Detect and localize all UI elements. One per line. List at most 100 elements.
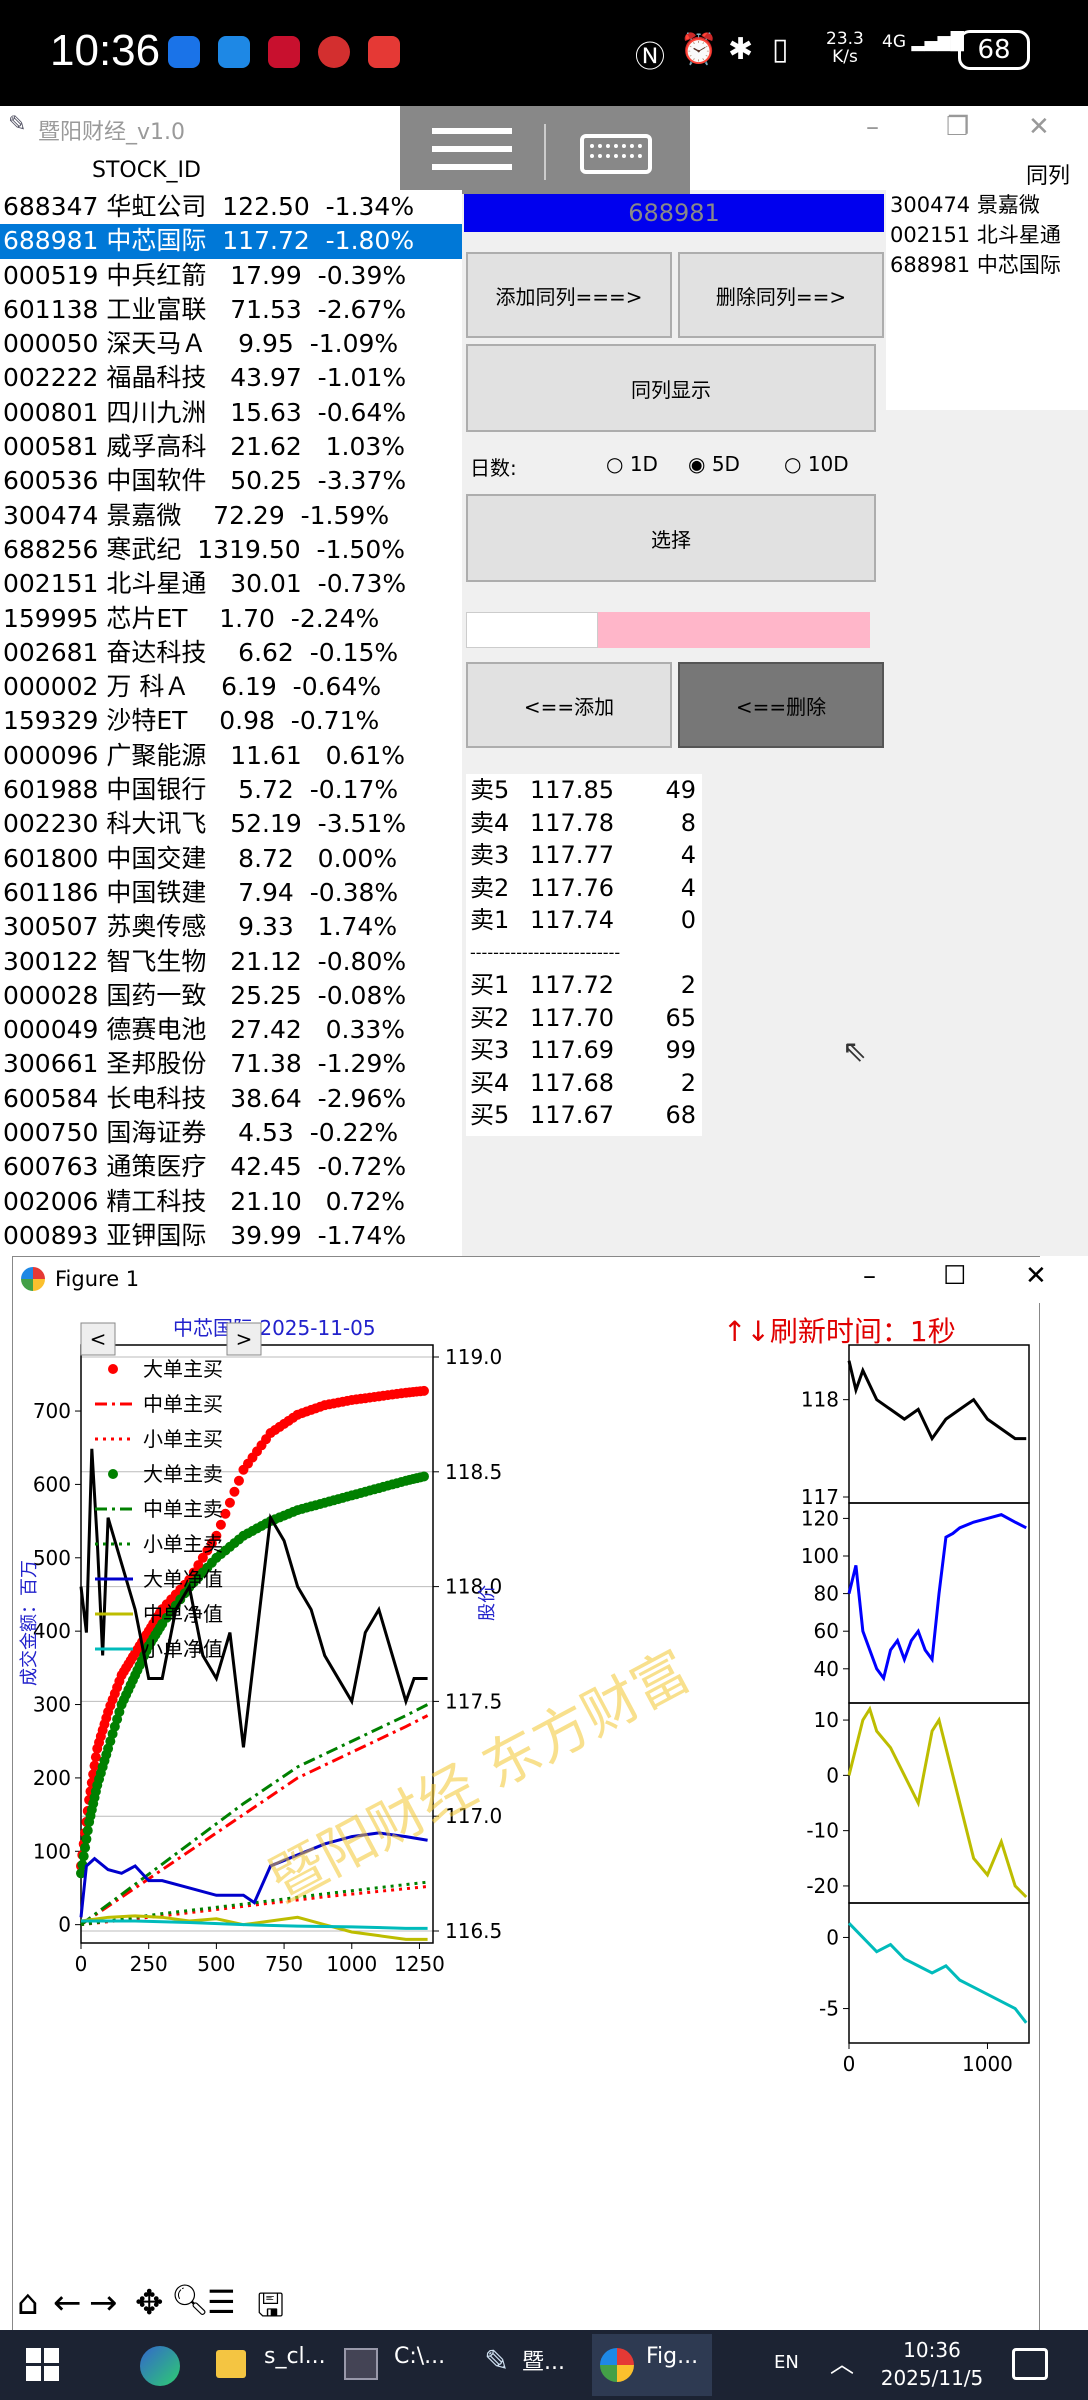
col-header-peer[interactable]: 同列列 [690,150,1088,221]
stock-row[interactable]: 600584 长电科技 38.64 -2.96% [0,1082,462,1116]
stock-row[interactable]: 688347 华虹公司 122.50 -1.34% [0,190,462,224]
stock-row[interactable]: 300507 苏奥传感 9.33 1.74% [0,910,462,944]
legend-label: 小单主买 [143,1427,223,1451]
selected-code-text: 688981 [628,199,720,227]
zoom-icon[interactable]: 🔍︎ [171,2283,209,2318]
stock-row[interactable]: 159995 芯片ET 1.70 -2.24% [0,602,462,636]
menu-icon[interactable] [432,128,512,174]
taskbar-item-1[interactable]: s_cl... [264,2344,326,2369]
order-label: 卖4 [470,808,510,837]
feather-app-icon[interactable]: ✎ [484,2344,509,2379]
stock-row[interactable]: 600763 通策医疗 42.45 -0.72% [0,1150,462,1184]
stock-row[interactable]: 002681 奋达科技 6.62 -0.15% [0,636,462,670]
stock-row[interactable]: 601800 中国交建 8.72 0.00% [0,842,462,876]
stock-row[interactable]: 000049 德赛电池 27.42 0.33% [0,1013,462,1047]
order-price: 117.85 [530,776,614,804]
code-input[interactable] [466,612,598,648]
stock-row[interactable]: 600536 中国软件 50.25 -3.37% [0,464,462,498]
configure-icon[interactable]: ☰ [207,2283,236,2321]
stock-row[interactable]: 000028 国药一致 25.25 -0.08% [0,979,462,1013]
toolbar-divider [544,124,546,180]
status-time: 10:36 [50,26,161,75]
figure-maximize-button[interactable]: ☐ [943,1261,966,1291]
peer-item[interactable]: 688981 中芯国际 [886,250,1088,280]
signal-bars-icon: ▂▄▆█ [911,32,964,52]
stock-row[interactable]: 002222 福晶科技 43.97 -1.01% [0,361,462,395]
stock-row[interactable]: 000581 威孚高科 21.62 1.03% [0,430,462,464]
figure-minimize-button[interactable]: – [863,1261,876,1291]
col-header-label: STOCK_ID [92,158,201,183]
close-button[interactable]: ✕ [1028,112,1050,142]
x-tick-label: 1250 [394,1952,445,1976]
order-price: 117.72 [530,971,614,999]
series-point-0 [229,1486,240,1497]
stock-row[interactable]: 601138 工业富联 71.53 -2.67% [0,293,462,327]
folder-icon[interactable] [216,2350,246,2378]
stock-row[interactable]: 159329 沙特ET 0.98 -0.71% [0,704,462,738]
series-point-3 [418,1471,429,1482]
peer-list[interactable]: 300474 景嘉微 002151 北斗星通 688981 中芯国际 [886,190,1088,410]
stock-row[interactable]: 688981 中芯国际 117.72 -1.80% [0,224,462,259]
add-peer-button[interactable]: 添加同列===> [466,252,672,338]
tray-chevron-icon[interactable]: ︿ [830,2344,854,2379]
stock-list[interactable]: 688347 华虹公司 122.50 -1.34% 688981 中芯国际 117… [0,190,462,1256]
figure-toolbar: ⌂ ← → ✥ 🔍︎ ☰ 🖫 [13,2277,1039,2333]
keyboard-icon[interactable] [580,134,652,174]
delete-button[interactable]: <==删除 [678,662,884,748]
stock-row[interactable]: 002006 精工科技 21.10 0.72% [0,1185,462,1219]
series-point-0 [90,1752,101,1763]
series-point-0 [224,1497,235,1508]
stock-row[interactable]: 000801 四川九洲 15.63 -0.64% [0,396,462,430]
language-indicator[interactable]: EN [774,2352,799,2373]
select-button[interactable]: 选择 [466,494,876,582]
right-tick-label: 119.0 [445,1345,502,1369]
chart-canvas[interactable]: 116.5117.0117.5118.0118.5119.00100200300… [13,1303,1039,2293]
cmd-icon[interactable] [344,2348,378,2380]
home-icon[interactable]: ⌂ [17,2283,39,2323]
start-icon[interactable] [26,2348,60,2382]
stock-row[interactable]: 300661 圣邦股份 71.38 -1.29% [0,1047,462,1081]
peer-item[interactable]: 300474 景嘉微 [886,190,1088,220]
save-icon[interactable]: 🖫 [257,2283,284,2337]
clock[interactable]: 10:36 2025/11/5 [872,2336,992,2392]
radio-10d[interactable]: ○ 10D [784,452,849,476]
radio-1d[interactable]: ○ 1D [606,452,658,476]
pan-icon[interactable]: ✥ [135,2283,164,2323]
stock-row[interactable]: 688256 寒武纪 1319.50 -1.50% [0,533,462,567]
stock-row[interactable]: 601186 中国铁建 7.94 -0.38% [0,876,462,910]
taskbar-active-item[interactable]: Fig... [592,2334,712,2396]
minimize-button[interactable]: – [866,112,879,142]
back-icon[interactable]: ← [53,2283,82,2323]
edge-browser-icon[interactable] [140,2346,180,2386]
stock-row[interactable]: 002151 北斗星通 30.01 -0.73% [0,567,462,601]
stock-row[interactable]: 300122 智飞生物 21.12 -0.80% [0,945,462,979]
col-header-stock-id[interactable]: STOCK_ID [0,150,400,190]
delete-peer-button[interactable]: 删除同列==> [678,252,884,338]
restore-button[interactable]: ❐ [946,112,969,142]
order-label: 买2 [470,1003,510,1032]
figure-close-button[interactable]: ✕ [1025,1261,1047,1291]
peer-item[interactable]: 002151 北斗星通 [886,220,1088,250]
stock-row[interactable]: 000750 国海证券 4.53 -0.22% [0,1116,462,1150]
stock-row[interactable]: 002230 科大讯飞 52.19 -3.51% [0,807,462,841]
add-button[interactable]: <==添加 [466,662,672,748]
stock-row[interactable]: 000519 中兵红箭 17.99 -0.39% [0,259,462,293]
stock-row[interactable]: 601988 中国银行 5.72 -0.17% [0,773,462,807]
stock-row[interactable]: 300474 景嘉微 72.29 -1.59% [0,499,462,533]
radio-5d[interactable]: ◉ 5D [688,452,740,476]
order-label: 卖2 [470,873,510,902]
stock-row[interactable]: 000096 广聚能源 11.61 0.61% [0,739,462,773]
series-point-3 [78,1851,89,1862]
taskbar-item-2[interactable]: C:\... [394,2344,445,2369]
stock-row[interactable]: 000050 深天马Ａ 9.95 -1.09% [0,327,462,361]
subplot-frame [848,1902,1030,2044]
show-peer-button[interactable]: 同列显示 [466,344,876,432]
stock-row[interactable]: 000893 亚钾国际 39.99 -1.74% [0,1219,462,1253]
taskbar-item-4: Fig... [646,2344,699,2369]
stock-row[interactable]: 000002 万 科Ａ 6.19 -0.64% [0,670,462,704]
left-tick-label: 300 [33,1693,71,1717]
forward-icon[interactable]: → [89,2283,118,2323]
taskbar-item-3[interactable]: 暨... [522,2344,565,2376]
notification-icon[interactable] [1012,2348,1048,2380]
ask-row: 卖1 117.74 0 [466,904,702,937]
